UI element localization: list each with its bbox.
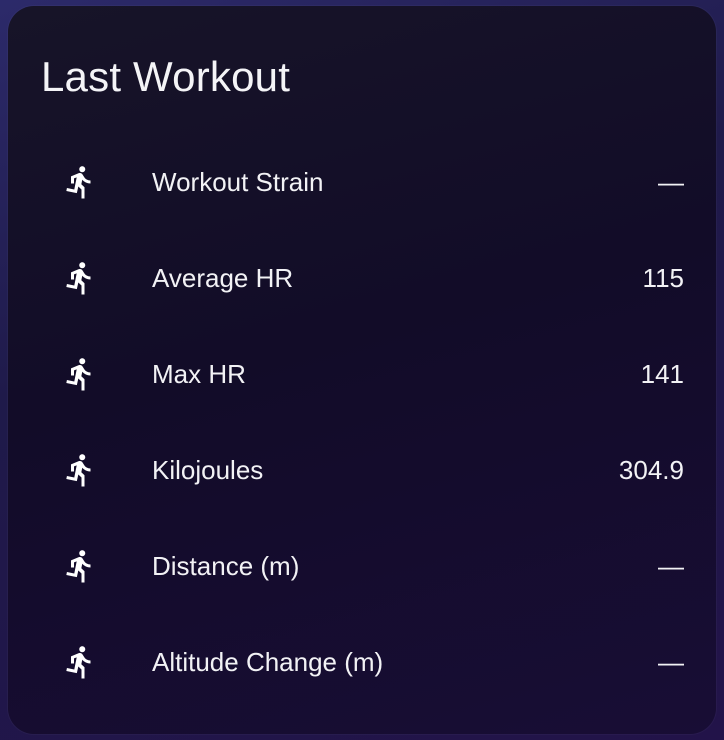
row-value: 304.9: [618, 454, 684, 485]
row-value: —: [658, 550, 684, 581]
row-value: 141: [640, 358, 684, 389]
row-label: Workout Strain: [152, 166, 324, 197]
row-label: Kilojoules: [152, 454, 264, 485]
entity-row-workout-strain[interactable]: Workout Strain —: [8, 134, 716, 230]
entity-row-kilojoules[interactable]: Kilojoules 304.9: [8, 422, 716, 518]
entity-row-max-hr[interactable]: Max HR 141: [8, 326, 716, 422]
row-label: Distance (m): [152, 550, 300, 581]
run-icon: [62, 256, 98, 300]
row-label: Max HR: [152, 358, 246, 389]
row-value: —: [658, 646, 684, 677]
row-label: Average HR: [152, 262, 294, 293]
last-workout-card: Last Workout Workout Strain — Average HR…: [8, 6, 716, 734]
entity-list: Workout Strain — Average HR 115 Max HR 1…: [8, 134, 716, 710]
card-title: Last Workout: [41, 53, 291, 100]
run-icon: [62, 160, 98, 204]
run-icon: [62, 448, 98, 492]
row-value: —: [658, 166, 684, 197]
entity-row-average-hr[interactable]: Average HR 115: [8, 230, 716, 326]
row-value: 115: [642, 262, 684, 293]
entity-row-altitude-change[interactable]: Altitude Change (m) —: [8, 614, 716, 710]
run-icon: [62, 640, 98, 684]
entity-row-distance[interactable]: Distance (m) —: [8, 518, 716, 614]
row-label: Altitude Change (m): [152, 646, 384, 677]
run-icon: [62, 544, 98, 588]
run-icon: [62, 352, 98, 396]
